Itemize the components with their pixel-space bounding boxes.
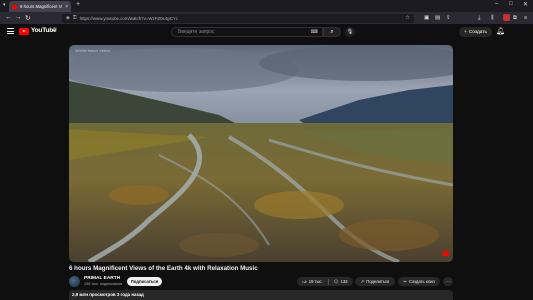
shield-icon: ◈	[66, 15, 70, 21]
create-label: Создать	[468, 29, 488, 35]
channel-avatar[interactable]	[69, 276, 80, 287]
divider	[327, 278, 329, 285]
lock-icon: ⚿	[72, 15, 77, 21]
video-watermark: Wildlife Nature Videos	[75, 49, 111, 53]
share-page-icon[interactable]: ⇪	[446, 15, 451, 21]
clip-button[interactable]: ✂ Создать клип	[398, 277, 440, 286]
menu-icon[interactable]: ≡	[524, 15, 527, 21]
video-player[interactable]: Wildlife Nature Videos	[69, 45, 453, 262]
like-dislike-group: 👍︎ 19 тыс. 🗨︎ 132	[297, 277, 353, 286]
share-icon: ↗	[360, 279, 365, 284]
browser-tab[interactable]: 6 hours Magnificent Views o ×	[9, 1, 71, 12]
back-icon[interactable]: ←	[5, 14, 12, 21]
youtube-header: YouTube RU Введите запрос ⌨ ⌕ 🎙 + Создат…	[0, 24, 533, 41]
plus-icon: +	[463, 29, 467, 35]
extensions-icon[interactable]: ⧉	[513, 15, 517, 22]
reload-icon[interactable]: ↻	[25, 14, 30, 22]
reader-icon[interactable]: ▤	[435, 15, 440, 21]
close-window-icon[interactable]: ✕	[523, 1, 528, 8]
new-tab-button[interactable]: +	[76, 1, 80, 8]
maximize-icon[interactable]: □	[509, 1, 513, 7]
comment-icon[interactable]: 🗨︎	[333, 279, 338, 285]
more-actions-button[interactable]: ···	[443, 277, 453, 286]
country-code: RU	[53, 26, 58, 30]
browser-tab-bar: ▾ 6 hours Magnificent Views o × + – □ ✕	[0, 0, 533, 12]
views-and-date: 2,9 млн просмотров 3 года назад	[72, 292, 144, 297]
youtube-player-logo-icon[interactable]	[443, 251, 449, 256]
browser-nav-bar: ← → ↻ ◈ ⚿ https://www.youtube.com/watch?…	[0, 12, 533, 24]
forward-icon[interactable]: →	[15, 14, 22, 21]
url-text[interactable]: https://www.youtube.com/watch?v=WzFZ0x4g…	[80, 16, 178, 21]
share-label: Поделиться	[366, 279, 390, 284]
like-count[interactable]: 19 тыс.	[309, 279, 323, 284]
comment-count[interactable]: 132	[341, 279, 348, 284]
notifications-bell-icon[interactable]: 🔔︎	[496, 27, 505, 35]
youtube-favicon-icon	[12, 4, 17, 9]
hamburger-menu-icon[interactable]	[7, 28, 14, 34]
tab-close-icon[interactable]: ×	[65, 4, 68, 10]
tab-list-icon[interactable]: ▾	[3, 2, 6, 8]
youtube-logo-icon[interactable]	[19, 28, 29, 35]
subscriber-count: 198 тыс. подписчиков	[84, 282, 123, 286]
tab-title: 6 hours Magnificent Views o	[20, 4, 63, 9]
clip-label: Создать клип	[408, 279, 435, 284]
scissors-icon: ✂	[403, 279, 407, 284]
library-icon[interactable]: ⫼	[491, 15, 494, 22]
extension-icon[interactable]	[503, 14, 510, 21]
channel-name[interactable]: PRIMAL EARTH	[84, 276, 120, 281]
address-bar[interactable]: ◈ ⚿ https://www.youtube.com/watch?v=WzFZ…	[62, 13, 414, 23]
keyboard-icon[interactable]: ⌨	[311, 29, 318, 35]
bookmark-star-icon[interactable]: ☆	[405, 15, 410, 21]
translate-icon[interactable]: ▣	[424, 15, 429, 21]
search-input[interactable]: Введите запрос ⌨	[171, 27, 323, 37]
video-frame	[69, 45, 453, 262]
subscribe-button[interactable]: Подписаться	[127, 277, 162, 286]
search-button[interactable]: ⌕	[323, 27, 341, 37]
description-box[interactable]: 2,9 млн просмотров 3 года назад	[69, 290, 453, 300]
more-icon: ···	[445, 279, 451, 284]
search-icon: ⌕	[330, 29, 334, 35]
create-button[interactable]: + Создать	[459, 27, 492, 37]
search-placeholder: Введите запрос	[178, 29, 215, 35]
downloads-icon[interactable]: ⤓	[478, 15, 480, 22]
video-title: 6 hours Magnificent Views of the Earth 4…	[69, 265, 258, 272]
minimize-icon[interactable]: –	[495, 1, 498, 7]
like-icon[interactable]: 👍︎	[302, 279, 306, 285]
share-button[interactable]: ↗ Поделиться	[355, 277, 395, 286]
voice-search-icon[interactable]: 🎙	[345, 27, 355, 37]
